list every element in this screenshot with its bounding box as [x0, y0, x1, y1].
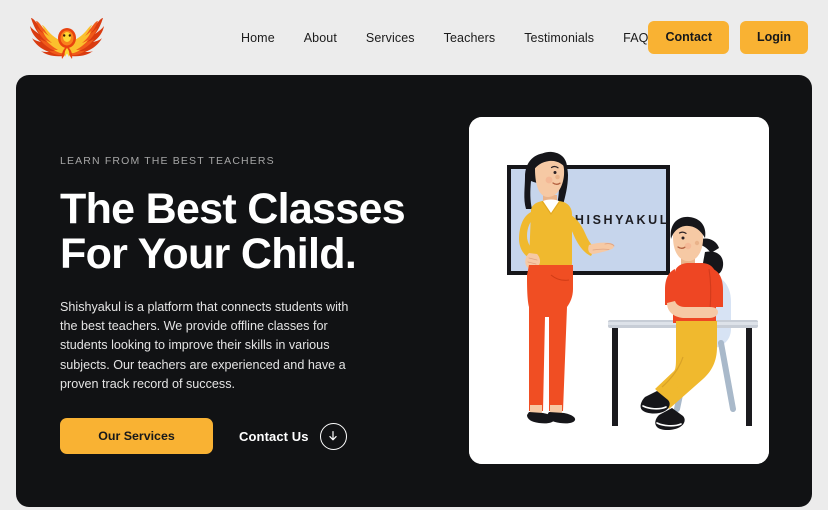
primary-nav-links: Home About Services Teachers Testimonial…: [241, 31, 648, 45]
top-navigation-bar: Home About Services Teachers Testimonial…: [0, 0, 828, 75]
hero-subcopy: Shishyakul is a platform that connects s…: [60, 300, 349, 391]
site-logo[interactable]: [24, 12, 110, 64]
hero-cta-row: Our Services Contact Us: [60, 418, 460, 455]
classroom-illustration: SHISHYAKUL: [469, 117, 769, 464]
login-button[interactable]: Login: [740, 21, 809, 54]
our-services-button[interactable]: Our Services: [60, 418, 213, 455]
nav-link-about[interactable]: About: [304, 31, 337, 45]
nav-action-buttons: Contact Login: [648, 21, 809, 54]
nav-link-teachers[interactable]: Teachers: [444, 31, 496, 45]
hero-illustration-card: SHISHYAKUL: [469, 117, 769, 464]
hero-eyebrow: LEARN FROM THE BEST TEACHERS: [60, 155, 275, 167]
nav-link-testimonials[interactable]: Testimonials: [524, 31, 594, 45]
hero-copy-block: LEARN FROM THE BEST TEACHERS The Best Cl…: [60, 155, 460, 455]
nav-link-faq[interactable]: FAQ: [623, 31, 648, 45]
contact-us-link[interactable]: Contact Us: [239, 422, 347, 450]
contact-button[interactable]: Contact: [648, 21, 730, 54]
nav-link-home[interactable]: Home: [241, 31, 275, 45]
hero-headline: The Best Classes For Your Child.: [60, 185, 406, 278]
arrow-down-circle-icon: [319, 422, 347, 450]
nav-link-services[interactable]: Services: [366, 31, 415, 45]
page-root: Home About Services Teachers Testimonial…: [0, 0, 828, 510]
contact-us-label: Contact Us: [239, 428, 309, 444]
hero-section: LEARN FROM THE BEST TEACHERS The Best Cl…: [16, 75, 812, 507]
phoenix-wings-logo-icon: [30, 17, 104, 59]
